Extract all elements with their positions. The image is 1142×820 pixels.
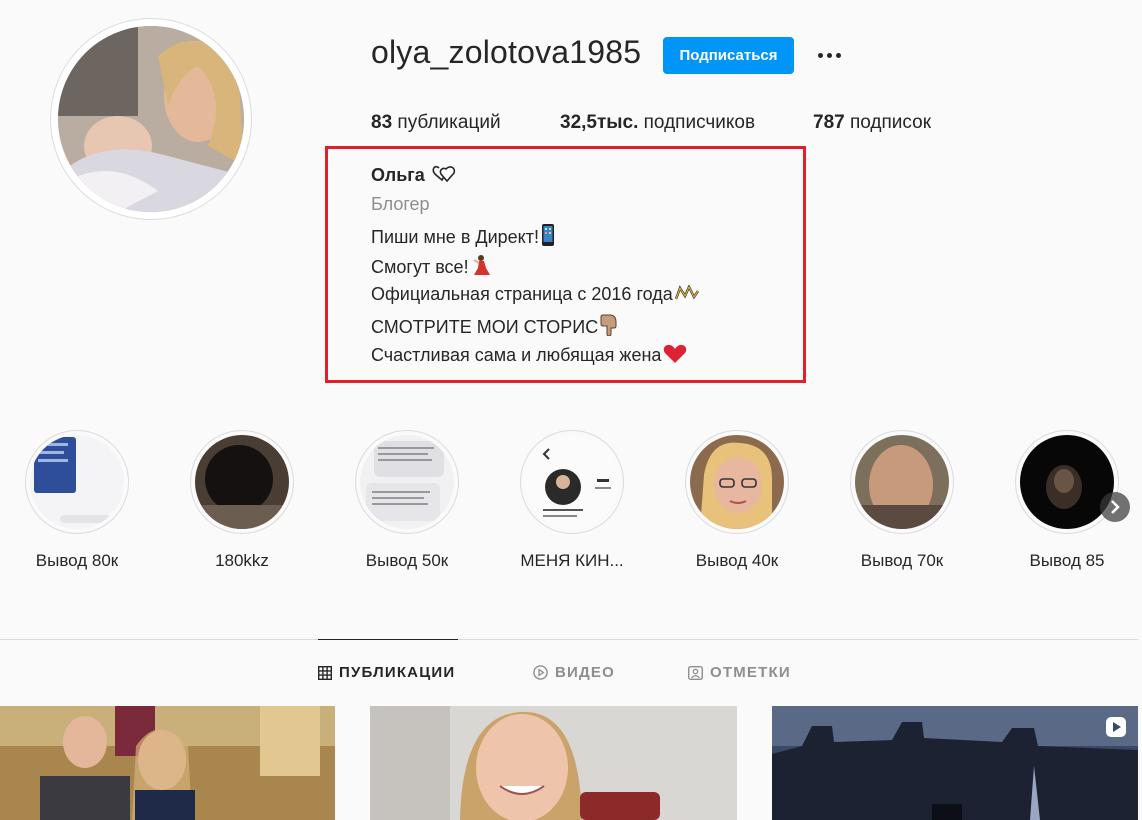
bio-category: Блогер (371, 194, 430, 214)
more-dots-icon[interactable] (815, 40, 845, 70)
bio-line-5-text: Счастливая сама и любящая жена (371, 345, 662, 365)
phone-icon (541, 224, 555, 251)
highlights-next-chevron-icon[interactable] (1100, 492, 1130, 522)
followers-count: 32,5тыс. (560, 112, 639, 133)
profile-username: olya_zolotova1985 (371, 34, 642, 70)
bio-line-4-text: СМОТРИТЕ МОИ СТОРИС (371, 317, 599, 337)
stat-posts: 83 публикаций (371, 112, 501, 134)
stat-followers[interactable]: 32,5тыс. подписчиков (560, 112, 755, 134)
post-thumbnail-3[interactable] (772, 706, 1138, 820)
followers-label: подписчиков (643, 112, 756, 133)
posts-label: публикаций (397, 112, 501, 133)
bio-name: Ольга (371, 165, 425, 185)
highlight-3-label: Вывод 50к (365, 551, 449, 570)
highlight-3-cover (360, 435, 454, 529)
post-thumbnail-1[interactable] (0, 706, 335, 820)
tagged-user-icon (687, 666, 704, 681)
tab-video-label: ВИДЕО (555, 664, 615, 681)
highlight-1-label: Вывод 80к (35, 551, 119, 570)
highlight-2[interactable] (190, 430, 294, 534)
play-circle-icon (533, 665, 548, 680)
bio-line-5: Счастливая сама и любящая жена (371, 344, 687, 369)
bio-line-2-text: Смогут все! (371, 257, 469, 277)
tab-posts-label: ПУБЛИКАЦИИ (339, 664, 456, 681)
profile-avatar-ring[interactable] (50, 18, 252, 220)
highlight-6-cover (855, 435, 949, 529)
highlight-1[interactable] (25, 430, 129, 534)
highlight-4-label: МЕНЯ КИН... (520, 551, 624, 570)
highlight-2-label: 180kkz (215, 551, 269, 570)
following-label: подписок (849, 112, 932, 133)
highlight-4[interactable] (520, 430, 624, 534)
highlight-5[interactable] (685, 430, 789, 534)
bio-line-1-text: Пиши мне в Директ! (371, 227, 539, 247)
profile-avatar[interactable] (58, 26, 244, 212)
crown-icon (674, 284, 699, 308)
dancer-icon (471, 254, 491, 281)
stat-following[interactable]: 787 подписок (813, 112, 931, 134)
highlight-6[interactable] (850, 430, 954, 534)
bio-line-4: СМОТРИТЕ МОИ СТОРИС (371, 314, 618, 341)
highlight-4-cover (525, 435, 619, 529)
highlight-1-cover (30, 435, 124, 529)
bio-line-3: Официальная страница с 2016 года (371, 284, 699, 308)
tab-tagged[interactable]: ОТМЕТКИ (687, 664, 791, 684)
highlight-6-label: Вывод 70к (860, 551, 944, 570)
post-thumbnail-2[interactable] (370, 706, 737, 820)
video-play-icon (1105, 716, 1127, 738)
bio-line-1: Пиши мне в Директ! (371, 224, 555, 251)
bio-line-2: Смогут все! (371, 254, 491, 281)
highlight-5-label: Вывод 40к (695, 551, 779, 570)
grid-icon (317, 665, 333, 681)
pointing-down-icon (600, 314, 618, 341)
highlight-5-cover (690, 435, 784, 529)
following-count: 787 (813, 112, 845, 133)
tab-video[interactable]: ВИДЕО (533, 664, 615, 684)
two-hearts-icon (432, 164, 458, 189)
bio-line-3-text: Официальная страница с 2016 года (371, 284, 673, 304)
posts-count: 83 (371, 112, 393, 133)
highlight-2-cover (195, 435, 289, 529)
red-heart-icon (663, 344, 687, 369)
bio-name-row: Ольга (371, 164, 458, 189)
highlight-3[interactable] (355, 430, 459, 534)
tab-tagged-label: ОТМЕТКИ (710, 664, 791, 681)
follow-button[interactable]: Подписаться (663, 37, 794, 74)
tab-posts[interactable]: ПУБЛИКАЦИИ (317, 664, 456, 684)
highlight-7-label: Вывод 85 (1029, 551, 1105, 570)
active-tab-indicator (318, 639, 458, 640)
tabs-divider (0, 639, 1138, 640)
